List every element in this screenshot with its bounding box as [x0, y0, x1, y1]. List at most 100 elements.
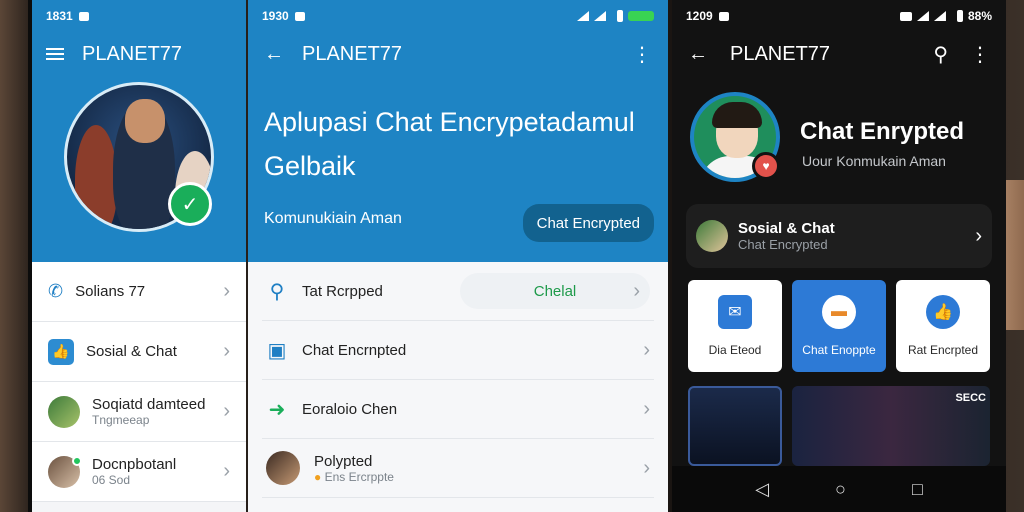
list-item-label: Tat Rcrpped [302, 282, 383, 300]
search-icon[interactable]: ⚲ [933, 42, 948, 67]
heart-badge-icon: ♥ [752, 152, 780, 180]
tile-label: Rat Encrpted [907, 343, 979, 357]
wifi-icon [916, 11, 929, 21]
chevron-right-icon: › [223, 340, 230, 362]
battery-icon [956, 10, 963, 22]
more-vert-icon[interactable]: ⋮ [632, 42, 652, 67]
list-item[interactable]: ⚲ Tat Rcrpped Chelal › [262, 262, 654, 321]
list-item[interactable]: 👍 Sosial & Chat › [32, 322, 246, 382]
more-vert-icon[interactable]: ⋮ [970, 42, 990, 67]
wifi-icon [594, 11, 606, 21]
profile-name: Chat Enrypted [800, 118, 965, 145]
coin-icon: ● [314, 469, 322, 484]
menu-list: ✆ Solians 77 › 👍 Sosial & Chat › Soqiatd… [32, 262, 246, 502]
lock-icon: ▣ [267, 339, 287, 362]
phone-center: 1930 ← PLANET77 ⋮ Aplupasi Chat Encrypet… [248, 0, 668, 512]
battery-percent: 88% [967, 9, 992, 23]
notification-icon [718, 11, 729, 21]
chat-bubble-icon: ▬ [822, 295, 856, 329]
thumbs-up-icon: 👍 [926, 295, 960, 329]
list-item-sub: ● Ens Ercrppte [314, 470, 394, 484]
tile-item[interactable]: ✉ Dia Eteod [688, 280, 782, 372]
battery-icon [628, 11, 654, 21]
list-item[interactable]: Polypted ● Ens Ercrppte › [262, 439, 654, 498]
chat-icon: ✉ [718, 295, 752, 329]
phone-left: 1831 PLANET77 ✓ ✆ Solians 77 › 👍 Sosial … [28, 0, 246, 512]
avatar [48, 455, 82, 488]
signal-icon [577, 11, 589, 21]
chevron-right-icon: › [223, 460, 230, 482]
tile-label: Chat Enoppte [802, 343, 876, 357]
header-blue: 1930 ← PLANET77 ⋮ Aplupasi Chat Encrypet… [248, 0, 668, 262]
list-item-label: Polypted [314, 452, 373, 470]
system-nav-bar: ◁ ○ □ [672, 466, 1006, 512]
thumbnail-label: SECC [955, 392, 986, 404]
chevron-right-icon: › [975, 224, 982, 247]
chat-encrypted-button[interactable]: Chat Encrypted [522, 204, 654, 242]
status-time: 1209 [686, 9, 713, 23]
vibrate-icon [899, 11, 912, 21]
person-left [75, 125, 117, 229]
status-bar: 1209 88% [672, 0, 1006, 32]
back-arrow-icon[interactable]: ← [264, 43, 284, 66]
list-item-label: Eoraloio Chen [302, 400, 398, 418]
pill-label: Chelal [533, 282, 577, 300]
menu-list: ⚲ Tat Rcrpped Chelal › ▣ Chat Encrnpted … [248, 262, 668, 498]
list-item[interactable]: Soqiatd damteed Tngmeeap › [32, 382, 246, 442]
header-blue: 1831 PLANET77 ✓ [32, 0, 246, 262]
list-item-label: Docnpbotanl [92, 456, 177, 473]
profile-subtitle: Uour Konmukain Aman [802, 153, 946, 169]
search-icon: ⚲ [269, 280, 285, 303]
person-center-face [125, 99, 165, 143]
back-icon[interactable]: ◁ [755, 479, 769, 500]
app-bar: ← PLANET77 ⚲ ⋮ [672, 32, 1006, 76]
hero-subtitle: Komunukiain Aman [264, 210, 402, 227]
menu-icon[interactable] [46, 45, 64, 63]
signal-icon [933, 11, 946, 21]
avatar-hair [712, 102, 762, 128]
chevron-right-icon: › [643, 456, 650, 479]
app-title: PLANET77 [302, 42, 403, 65]
avatar [266, 451, 300, 485]
list-item-label: Soqiatd damteed [92, 396, 206, 413]
home-icon[interactable]: ○ [835, 479, 846, 500]
list-item[interactable]: ▣ Chat Encrnpted › [262, 321, 654, 380]
chevron-right-icon: › [633, 279, 640, 302]
status-time: 1930 [262, 9, 289, 23]
status-bar: 1831 [32, 0, 246, 32]
battery-small-icon [617, 10, 623, 22]
card-title: Sosial & Chat [738, 220, 835, 237]
phone-icon: ✆ [48, 281, 64, 301]
list-item[interactable]: ✆ Solians 77 › [32, 262, 246, 322]
tile-item[interactable]: ▬ Chat Enoppte [792, 280, 886, 372]
hero-title: Aplupasi Chat Encrypetadamul Gelbaik [264, 107, 635, 181]
chat-badge-icon[interactable]: ✓ [168, 182, 212, 226]
list-item-sub-text: Ens Ercrppte [324, 469, 394, 484]
phone-right: 1209 88% ← PLANET77 ⚲ ⋮ ♥ Chat Enrypted [672, 0, 1006, 512]
list-item[interactable]: Docnpbotanl 06 Sod › [32, 442, 246, 502]
status-pill[interactable]: Chelal › [460, 273, 650, 309]
chevron-right-icon: › [643, 397, 650, 420]
chevron-right-icon: › [223, 400, 230, 422]
avatar [48, 395, 80, 428]
app-bar: PLANET77 [32, 32, 246, 76]
social-chat-card[interactable]: Sosial & Chat Chat Encrypted › [686, 204, 992, 268]
status-time: 1831 [46, 9, 73, 23]
recents-icon[interactable]: □ [912, 479, 923, 500]
media-row: SECC [688, 386, 990, 466]
arrow-icon: ➜ [268, 398, 286, 421]
online-dot [72, 455, 82, 466]
app-bar: ← PLANET77 ⋮ [248, 32, 668, 76]
tile-item[interactable]: 👍 Rat Encrpted [896, 280, 990, 372]
tile-label: Dia Eteod [708, 343, 762, 357]
list-item[interactable]: ➜ Eoraloio Chen › [262, 380, 654, 439]
app-title: PLANET77 [730, 42, 831, 65]
media-thumbnail[interactable] [688, 386, 782, 466]
chevron-right-icon: › [223, 280, 230, 302]
media-thumbnail[interactable]: SECC [792, 386, 990, 466]
list-item-sub: 06 Sod [92, 473, 131, 487]
screenshot-stage: 1831 PLANET77 ✓ ✆ Solians 77 › 👍 Sosial … [0, 0, 1024, 512]
back-arrow-icon[interactable]: ← [688, 43, 708, 66]
list-item-sub: Tngmeeap [92, 413, 150, 427]
status-bar: 1930 [248, 0, 668, 32]
